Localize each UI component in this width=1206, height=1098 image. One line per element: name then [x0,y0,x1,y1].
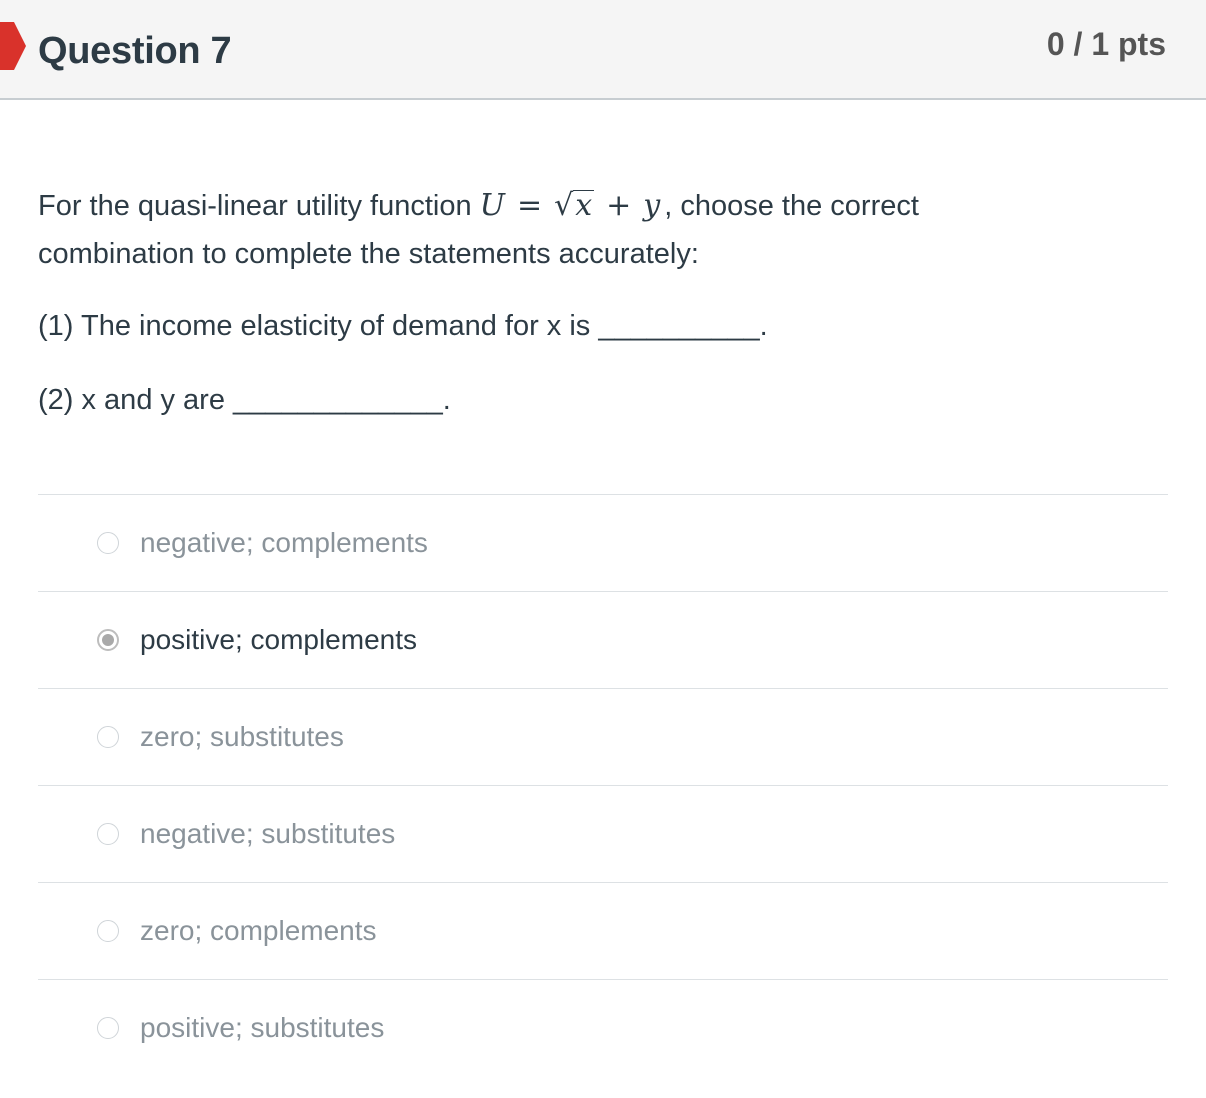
statement-2: (2) x and y are _____________. [38,384,451,416]
question-points: 0 / 1 pts [1046,26,1166,62]
answer-option[interactable]: negative; substitutes [38,785,1168,882]
answer-label: zero; substitutes [140,721,344,752]
answer-option[interactable]: positive; substitutes [38,979,1168,1076]
radio-icon[interactable] [97,823,119,845]
question-text-line-1: For the quasi-linear utility function U =… [38,180,919,232]
radio-icon[interactable] [97,920,119,942]
answer-label: negative; complements [140,527,428,558]
radio-selected-icon[interactable] [97,629,119,651]
answer-option[interactable]: zero; substitutes [38,688,1168,785]
answer-option[interactable]: positive; complements [38,591,1168,688]
answer-label: positive; complements [140,624,418,655]
incorrect-flag-icon [0,22,26,70]
square-root: √x [554,188,595,223]
answer-list: negative; complements positive; complemen… [38,494,1168,1076]
answer-label: negative; substitutes [140,818,396,849]
question-header: Question 7 0 / 1 pts [0,0,1206,100]
radio-icon[interactable] [97,532,119,554]
radio-icon[interactable] [97,1017,119,1039]
utility-formula: U = √x + y [480,188,661,223]
answer-label: zero; complements [140,915,377,946]
statement-1: (1) The income elasticity of demand for … [38,310,768,342]
answer-label: positive; substitutes [140,1012,385,1043]
answer-option[interactable]: zero; complements [38,882,1168,979]
question-text-line-2: combination to complete the statements a… [38,238,699,270]
answer-option[interactable]: negative; complements [38,494,1168,591]
radio-icon[interactable] [97,726,119,748]
question-title: Question 7 [38,30,232,72]
